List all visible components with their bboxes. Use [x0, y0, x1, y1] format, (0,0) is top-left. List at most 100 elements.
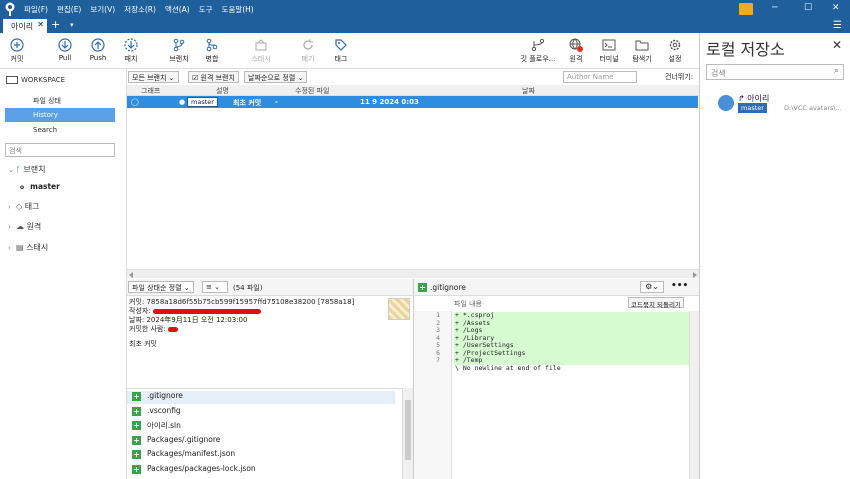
tag-button[interactable]: 태그 [321, 35, 361, 64]
column-graph[interactable]: 그래프 [141, 86, 160, 96]
pull-label: Pull [58, 54, 72, 62]
list-item[interactable]: + .gitignore [127, 391, 395, 404]
settings-button[interactable]: 설정 [655, 35, 695, 64]
menu-item[interactable]: 보기(V) [90, 4, 115, 15]
menu-item[interactable]: 도움말(H) [222, 4, 254, 15]
all-branches-dropdown[interactable]: 모든 브랜치 ⌄ [128, 71, 179, 83]
menu-item[interactable]: 편집(E) [57, 4, 81, 15]
revert-hunk-button[interactable]: 코드묶지 되돌리기 [628, 297, 684, 309]
sidebar-branch-master[interactable]: master [20, 182, 60, 191]
diff-scrollbar[interactable] [689, 311, 699, 479]
stash-icon [255, 39, 267, 51]
sidebar: WORKSPACE 파일 상태 History Search 검색 ⌄ ᚴ 브랜치… [0, 69, 127, 479]
repo-list-item[interactable]: ↱ 아이리 master D:\VCC avatars\... [718, 93, 848, 115]
sort-by-file-status-dropdown[interactable]: 파일 상태순 정렬 ⌄ [128, 281, 194, 293]
local-repositories-panel: 로컬 저장소 ✕ 검색 ⌕ ↱ 아이리 master D:\VCC avatars… [699, 33, 850, 479]
sort-by-date-dropdown[interactable]: 날짜순으로 정렬 ⌄ [244, 71, 308, 83]
sidebar-section-stashes[interactable]: › ▤ 스태시 [8, 242, 48, 253]
close-icon[interactable]: ✕ [832, 38, 842, 52]
added-file-icon: + [132, 436, 141, 445]
diff-code-view: 1 + *.csproj 2 + /Assets 3 + /Logs 4 + /Libr… [413, 311, 699, 479]
view-mode-dropdown[interactable]: ≡ ⌄ [202, 281, 228, 293]
stash-button[interactable]: 스태시 [241, 35, 281, 64]
menu-item[interactable]: 도구 [199, 4, 213, 15]
push-label: Push [89, 54, 107, 62]
history-filter-bar: 모든 브랜치 ⌄ ☑ 원격 브랜치 날짜순으로 정렬 ⌄ Author Name… [127, 69, 699, 84]
close-icon[interactable]: ✕ [832, 3, 840, 13]
pull-icon [58, 38, 72, 52]
terminal-icon [602, 39, 616, 51]
column-modified-file[interactable]: 수정된 파일 [295, 86, 329, 96]
push-icon [91, 38, 105, 52]
merge-button[interactable]: 병합 [192, 35, 232, 64]
toolbar: 커밋 Pull Push 패치 브랜치 병합 스태시 폐기 태그 깃 플로우..… [0, 33, 699, 69]
list-item[interactable]: + .vsconfig [132, 406, 181, 419]
new-tab-icon[interactable]: + [51, 18, 60, 31]
tab-close-icon[interactable]: ✕ [37, 20, 44, 29]
jump-to-label: 건너뛰기: [665, 73, 694, 81]
minimize-icon[interactable]: ─ [772, 3, 777, 13]
menu-item[interactable]: 파일(F) [24, 4, 48, 15]
list-item[interactable]: + 아이리.sln [132, 420, 181, 433]
tag-label: 태그 [334, 55, 348, 63]
diff-options-button[interactable]: ⚙⌄ [640, 281, 664, 293]
sidebar-search-input[interactable]: 검색 [5, 143, 115, 157]
sort-by-file-status-label: 파일 상태순 정렬 [132, 284, 182, 292]
author-label: 작성자: [129, 307, 151, 315]
commit-row[interactable]: ◯ ● master 최초 커밋 - 11 9 2024 0:03 [127, 96, 698, 108]
history-horizontal-scrollbar[interactable] [127, 269, 699, 278]
tags-label: 태그 [24, 202, 40, 211]
chevron-down-icon: ⌄ [8, 166, 14, 174]
terminal-label: 터미널 [599, 55, 619, 63]
checkbox-checked-icon: ☑ [192, 74, 199, 82]
list-item[interactable]: + Packages/packages-lock.json [132, 464, 256, 477]
gitflow-button[interactable]: 깃 플로우... [514, 35, 562, 64]
graph-node-icon: ◯ [131, 98, 139, 106]
menu-item[interactable]: 저장소(R) [124, 4, 156, 15]
repo-search-placeholder: 검색 [711, 69, 726, 78]
remote-branches-checkbox[interactable]: ☑ 원격 브랜치 [188, 71, 239, 83]
history-list-empty-area [127, 108, 698, 269]
sourcetree-logo-icon [5, 2, 15, 16]
author-filter-input[interactable]: Author Name [563, 71, 637, 83]
cloud-icon: ☁ [16, 222, 24, 231]
maximize-icon[interactable]: ☐ [804, 3, 812, 13]
column-description[interactable]: 설명 [216, 86, 229, 96]
column-date[interactable]: 날짜 [522, 86, 535, 96]
details-toolbar: 파일 상태순 정렬 ⌄ ≡ ⌄ (54 파일) [127, 279, 413, 296]
file-list-scrollbar[interactable] [402, 388, 413, 479]
more-options-icon[interactable]: ••• [671, 281, 688, 291]
sidebar-section-branches[interactable]: ⌄ ᚴ 브랜치 [8, 164, 45, 175]
commit-message: 최초 커밋 [233, 99, 262, 107]
tab-dropdown-icon[interactable]: ▾ [70, 21, 74, 29]
commit-button[interactable]: 커밋 [0, 35, 37, 64]
added-file-icon: + [132, 465, 141, 474]
list-item[interactable]: + Packages/.gitignore [132, 435, 220, 448]
flag-icon[interactable] [739, 3, 753, 15]
repo-search-input[interactable]: 검색 ⌕ [706, 64, 844, 80]
globe-icon [569, 38, 583, 52]
commit-full-message: 최초 커밋 [129, 340, 157, 348]
file-name: 아이리.sln [147, 421, 181, 430]
search-icon: ⌕ [833, 66, 839, 76]
sidebar-section-tags[interactable]: › ◇ 태그 [8, 201, 39, 212]
file-name: Packages/manifest.json [147, 449, 236, 458]
list-item[interactable]: + Packages/manifest.json [132, 449, 235, 462]
sidebar-item-history[interactable]: History [5, 108, 115, 122]
repo-tab[interactable]: 아이리 ✕ [3, 19, 47, 33]
history-column-headers: 그래프 설명 수정된 파일 날짜 [127, 85, 699, 96]
redacted-committer-mark [168, 326, 179, 332]
diff-line: \ No newline at end of file [414, 364, 690, 373]
sidebar-item-search[interactable]: Search [5, 123, 115, 137]
added-file-icon: + [418, 283, 427, 292]
committer-label: 커밋한 사람: [129, 325, 166, 333]
scrollbar-thumb[interactable] [405, 400, 411, 460]
file-name: Packages/packages-lock.json [147, 464, 256, 473]
menu-item[interactable]: 액션(A) [165, 4, 190, 15]
gear-icon [669, 39, 681, 51]
diff-header: + .gitignore ⚙⌄ ••• [413, 279, 699, 296]
sidebar-item-file-status[interactable]: 파일 상태 [5, 93, 115, 107]
fetch-button[interactable]: 패치 [111, 35, 151, 64]
sidebar-section-remotes[interactable]: › ☁ 원격 [8, 221, 41, 232]
hamburger-menu-icon[interactable]: ☰ [833, 20, 842, 31]
